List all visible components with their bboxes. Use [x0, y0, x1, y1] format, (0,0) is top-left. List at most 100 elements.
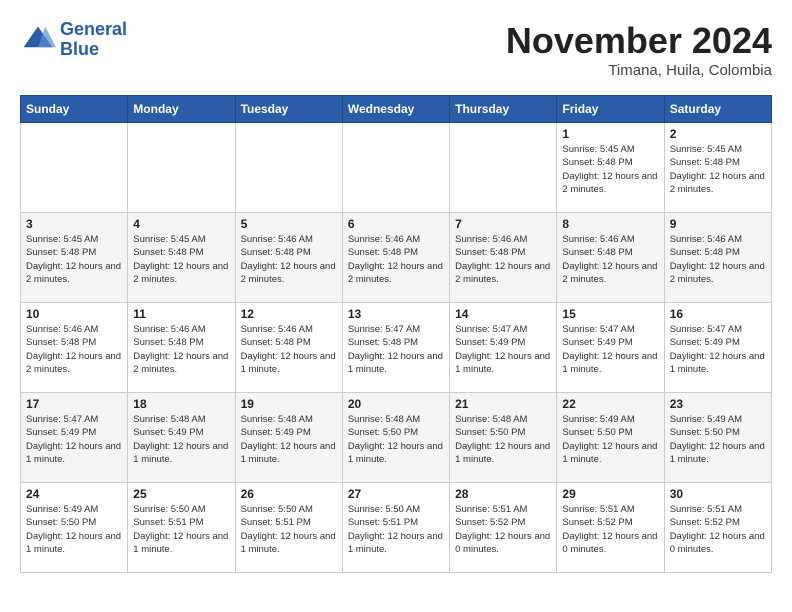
logo-icon: [20, 22, 56, 58]
calendar-cell: 15Sunrise: 5:47 AM Sunset: 5:49 PM Dayli…: [557, 303, 664, 393]
calendar-cell: 16 Sunrise: 5:47 AM Sunset: 5:49 PM Dayli…: [664, 303, 771, 393]
calendar-cell: 1 Sunrise: 5:45 AM Sunset: 5:48 PM Daylig…: [557, 123, 664, 213]
calendar-week-row: 24 Sunrise: 5:49 AM Sunset: 5:50 PM Dayli…: [21, 483, 772, 573]
calendar-cell: 9Sunrise: 5:46 AM Sunset: 5:48 PM Daylig…: [664, 213, 771, 303]
day-number: 1: [562, 127, 658, 141]
day-number: 16: [670, 307, 766, 321]
day-info: Sunrise: 5:48 AM Sunset: 5:50 PM Dayligh…: [455, 413, 551, 466]
day-number: 27: [348, 487, 444, 501]
logo-line2: Blue: [60, 40, 127, 60]
location-subtitle: Timana, Huila, Colombia: [506, 62, 772, 79]
day-number: 4: [133, 217, 229, 231]
calendar-cell: 23 Sunrise: 5:49 AM Sunset: 5:50 PM Dayli…: [664, 393, 771, 483]
day-number: 13: [348, 307, 444, 321]
day-info: Sunrise: 5:45 AM Sunset: 5:48 PM Dayligh…: [26, 233, 122, 286]
day-number: 24: [26, 487, 122, 501]
calendar-cell: 14 Sunrise: 5:47 AM Sunset: 5:49 PM Dayli…: [450, 303, 557, 393]
day-number: 3: [26, 217, 122, 231]
logo-text: General Blue: [60, 20, 127, 60]
day-info: Sunrise: 5:49 AM Sunset: 5:50 PM Dayligh…: [562, 413, 658, 466]
day-info: Sunrise: 5:47 AM Sunset: 5:49 PM Dayligh…: [670, 323, 766, 376]
day-info: Sunrise: 5:48 AM Sunset: 5:49 PM Dayligh…: [241, 413, 337, 466]
calendar-week-row: 10Sunrise: 5:46 AM Sunset: 5:48 PM Dayli…: [21, 303, 772, 393]
weekday-header: Saturday: [664, 96, 771, 123]
day-info: Sunrise: 5:46 AM Sunset: 5:48 PM Dayligh…: [133, 323, 229, 376]
day-info: Sunrise: 5:51 AM Sunset: 5:52 PM Dayligh…: [562, 503, 658, 556]
day-number: 17: [26, 397, 122, 411]
day-number: 15: [562, 307, 658, 321]
calendar-cell: 8Sunrise: 5:46 AM Sunset: 5:48 PM Daylig…: [557, 213, 664, 303]
calendar-cell: 30 Sunrise: 5:51 AM Sunset: 5:52 PM Dayli…: [664, 483, 771, 573]
day-info: Sunrise: 5:50 AM Sunset: 5:51 PM Dayligh…: [241, 503, 337, 556]
calendar-cell: 27 Sunrise: 5:50 AM Sunset: 5:51 PM Dayli…: [342, 483, 449, 573]
calendar-cell: 2Sunrise: 5:45 AM Sunset: 5:48 PM Daylig…: [664, 123, 771, 213]
day-info: Sunrise: 5:49 AM Sunset: 5:50 PM Dayligh…: [670, 413, 766, 466]
day-number: 14: [455, 307, 551, 321]
day-number: 5: [241, 217, 337, 231]
calendar-cell: 6Sunrise: 5:46 AM Sunset: 5:48 PM Daylig…: [342, 213, 449, 303]
calendar-cell: 21 Sunrise: 5:48 AM Sunset: 5:50 PM Dayli…: [450, 393, 557, 483]
day-number: 7: [455, 217, 551, 231]
day-info: Sunrise: 5:49 AM Sunset: 5:50 PM Dayligh…: [26, 503, 122, 556]
calendar-cell: [21, 123, 128, 213]
weekday-header: Tuesday: [235, 96, 342, 123]
day-number: 20: [348, 397, 444, 411]
day-info: Sunrise: 5:46 AM Sunset: 5:48 PM Dayligh…: [241, 233, 337, 286]
day-info: Sunrise: 5:45 AM Sunset: 5:48 PM Dayligh…: [562, 143, 658, 196]
day-info: Sunrise: 5:45 AM Sunset: 5:48 PM Dayligh…: [670, 143, 766, 196]
day-number: 26: [241, 487, 337, 501]
day-info: Sunrise: 5:51 AM Sunset: 5:52 PM Dayligh…: [455, 503, 551, 556]
calendar-cell: 4 Sunrise: 5:45 AM Sunset: 5:48 PM Daylig…: [128, 213, 235, 303]
day-number: 28: [455, 487, 551, 501]
day-info: Sunrise: 5:51 AM Sunset: 5:52 PM Dayligh…: [670, 503, 766, 556]
day-info: Sunrise: 5:46 AM Sunset: 5:48 PM Dayligh…: [670, 233, 766, 286]
day-info: Sunrise: 5:48 AM Sunset: 5:50 PM Dayligh…: [348, 413, 444, 466]
calendar-cell: 12 Sunrise: 5:46 AM Sunset: 5:48 PM Dayli…: [235, 303, 342, 393]
calendar-cell: 24 Sunrise: 5:49 AM Sunset: 5:50 PM Dayli…: [21, 483, 128, 573]
day-info: Sunrise: 5:47 AM Sunset: 5:48 PM Dayligh…: [348, 323, 444, 376]
calendar-header: SundayMondayTuesdayWednesdayThursdayFrid…: [21, 96, 772, 123]
day-info: Sunrise: 5:50 AM Sunset: 5:51 PM Dayligh…: [133, 503, 229, 556]
day-number: 19: [241, 397, 337, 411]
calendar-cell: 19 Sunrise: 5:48 AM Sunset: 5:49 PM Dayli…: [235, 393, 342, 483]
calendar-cell: 22Sunrise: 5:49 AM Sunset: 5:50 PM Dayli…: [557, 393, 664, 483]
day-info: Sunrise: 5:46 AM Sunset: 5:48 PM Dayligh…: [26, 323, 122, 376]
calendar-cell: 20 Sunrise: 5:48 AM Sunset: 5:50 PM Dayli…: [342, 393, 449, 483]
calendar-cell: 29 Sunrise: 5:51 AM Sunset: 5:52 PM Dayli…: [557, 483, 664, 573]
calendar-cell: 7 Sunrise: 5:46 AM Sunset: 5:48 PM Daylig…: [450, 213, 557, 303]
calendar-cell: [342, 123, 449, 213]
calendar-cell: [128, 123, 235, 213]
weekday-header: Wednesday: [342, 96, 449, 123]
day-info: Sunrise: 5:45 AM Sunset: 5:48 PM Dayligh…: [133, 233, 229, 286]
calendar-body: 1 Sunrise: 5:45 AM Sunset: 5:48 PM Daylig…: [21, 123, 772, 573]
calendar-cell: [450, 123, 557, 213]
day-info: Sunrise: 5:46 AM Sunset: 5:48 PM Dayligh…: [241, 323, 337, 376]
day-number: 30: [670, 487, 766, 501]
day-info: Sunrise: 5:47 AM Sunset: 5:49 PM Dayligh…: [455, 323, 551, 376]
weekday-header-row: SundayMondayTuesdayWednesdayThursdayFrid…: [21, 96, 772, 123]
day-number: 11: [133, 307, 229, 321]
weekday-header: Monday: [128, 96, 235, 123]
calendar-cell: 3 Sunrise: 5:45 AM Sunset: 5:48 PM Daylig…: [21, 213, 128, 303]
weekday-header: Friday: [557, 96, 664, 123]
day-number: 25: [133, 487, 229, 501]
day-number: 23: [670, 397, 766, 411]
page-header: General Blue November 2024 Timana, Huila…: [20, 20, 772, 79]
calendar-cell: 26 Sunrise: 5:50 AM Sunset: 5:51 PM Dayli…: [235, 483, 342, 573]
calendar-cell: 13 Sunrise: 5:47 AM Sunset: 5:48 PM Dayli…: [342, 303, 449, 393]
day-info: Sunrise: 5:48 AM Sunset: 5:49 PM Dayligh…: [133, 413, 229, 466]
logo: General Blue: [20, 20, 127, 60]
logo-line1: General: [60, 20, 127, 40]
day-number: 29: [562, 487, 658, 501]
calendar-cell: 25 Sunrise: 5:50 AM Sunset: 5:51 PM Dayli…: [128, 483, 235, 573]
day-number: 12: [241, 307, 337, 321]
weekday-header: Sunday: [21, 96, 128, 123]
day-number: 18: [133, 397, 229, 411]
day-info: Sunrise: 5:46 AM Sunset: 5:48 PM Dayligh…: [455, 233, 551, 286]
calendar-week-row: 1 Sunrise: 5:45 AM Sunset: 5:48 PM Daylig…: [21, 123, 772, 213]
calendar-week-row: 3 Sunrise: 5:45 AM Sunset: 5:48 PM Daylig…: [21, 213, 772, 303]
calendar-cell: 17Sunrise: 5:47 AM Sunset: 5:49 PM Dayli…: [21, 393, 128, 483]
day-number: 8: [562, 217, 658, 231]
day-number: 21: [455, 397, 551, 411]
day-info: Sunrise: 5:50 AM Sunset: 5:51 PM Dayligh…: [348, 503, 444, 556]
